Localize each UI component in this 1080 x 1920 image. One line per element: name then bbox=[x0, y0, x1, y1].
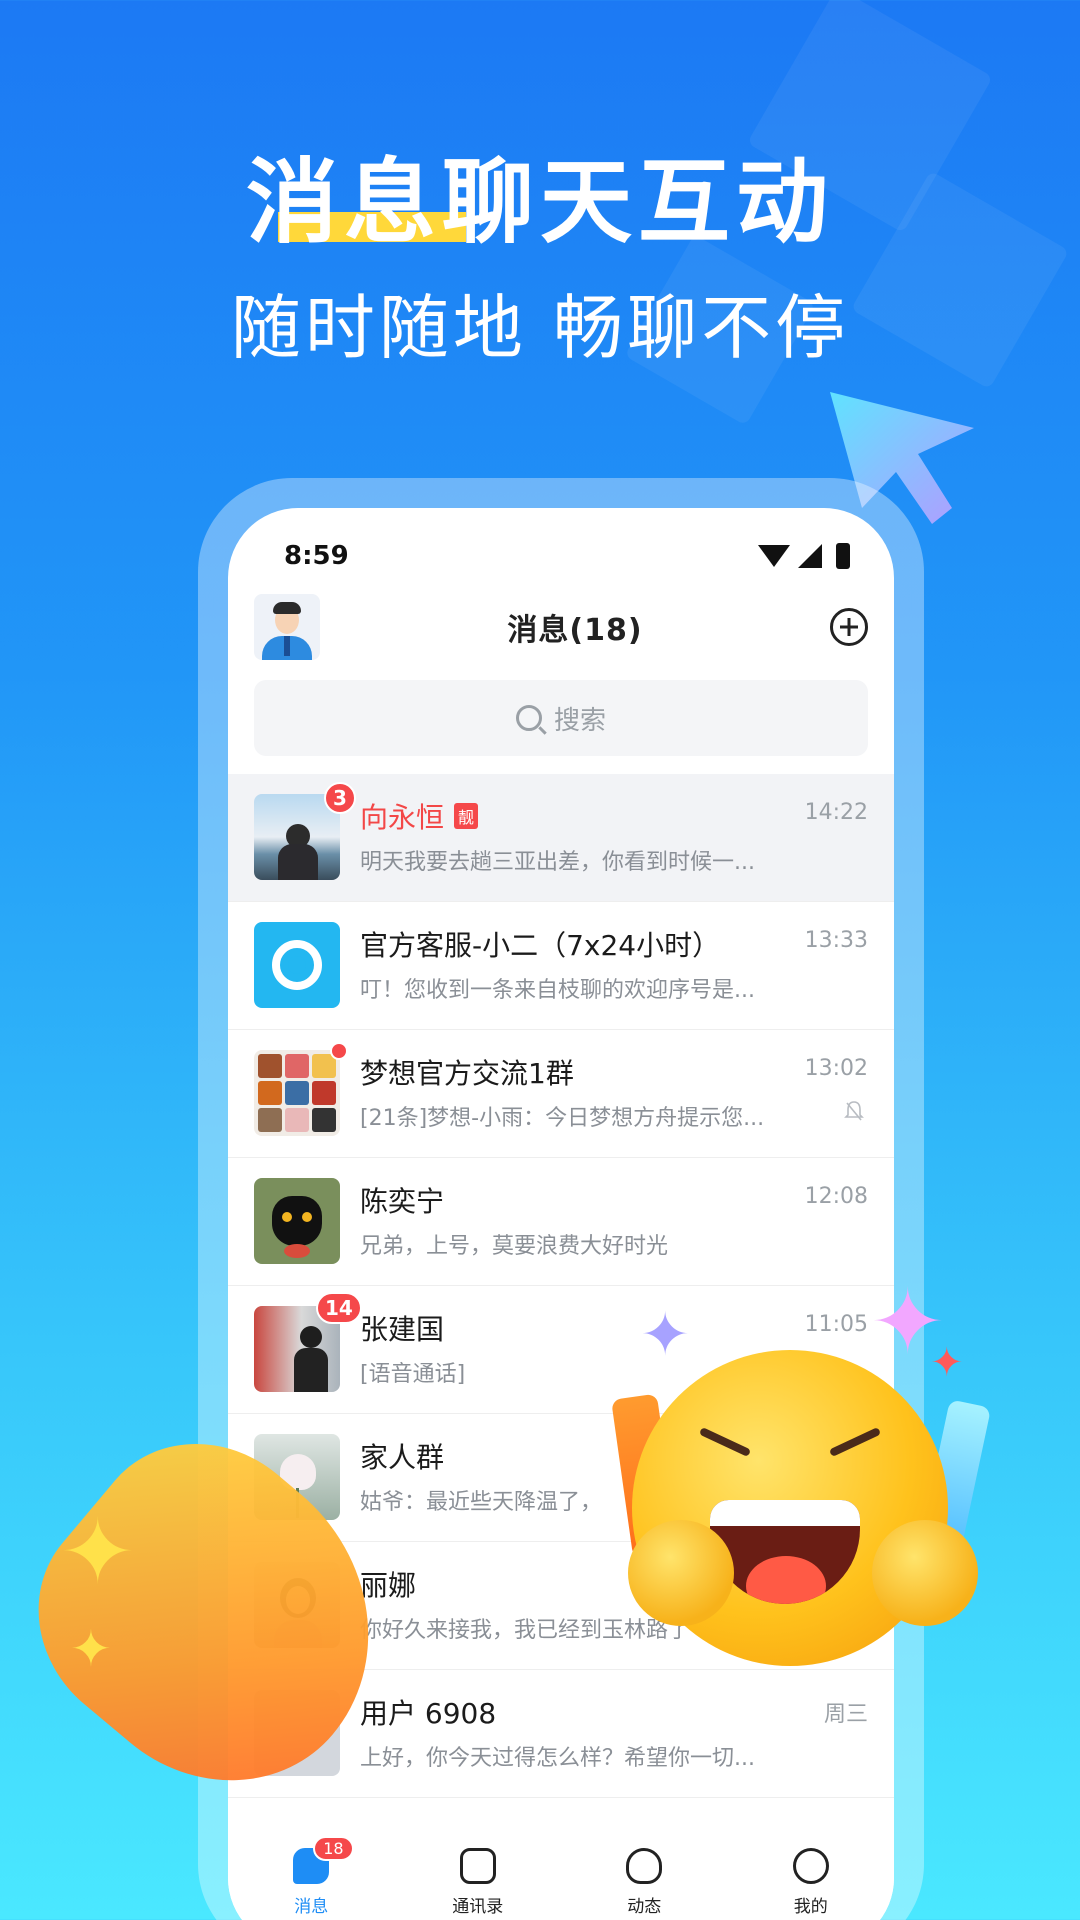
conversation-row[interactable]: 陈奕宁 兄弟，上号，莫要浪费大好时光 12:08 bbox=[228, 1158, 894, 1286]
sparkle-icon: ✦ bbox=[930, 1340, 964, 1386]
moments-icon bbox=[626, 1848, 663, 1884]
conversation-row[interactable]: 3 向永恒 靓 明天我要去趟三亚出差，你看到时候一... 14:22 bbox=[228, 774, 894, 902]
conversation-name: 张建国 bbox=[360, 1313, 445, 1346]
conversation-name: 家人群 bbox=[360, 1441, 445, 1474]
tab-contacts[interactable]: 通讯录 bbox=[418, 1848, 538, 1917]
tab-moments[interactable]: 动态 bbox=[584, 1848, 704, 1917]
message-time: 11:05 bbox=[804, 1312, 868, 1337]
message-preview: 兄弟，上号，莫要浪费大好时光 bbox=[360, 1234, 669, 1259]
message-preview: 姑爷：最近些天降温了， bbox=[360, 1490, 603, 1515]
status-bar: 8:59 bbox=[284, 538, 850, 574]
mute-bell-icon bbox=[844, 1101, 864, 1121]
message-preview: 明天我要去趟三亚出差，你看到时候一... bbox=[360, 850, 755, 875]
unread-dot bbox=[330, 1042, 348, 1060]
contacts-icon bbox=[459, 1848, 496, 1884]
vip-tag: 靓 bbox=[454, 803, 479, 829]
avatar bbox=[254, 922, 340, 1008]
bottom-tab-bar: 18 消息 通讯录 动态 我的 bbox=[228, 1818, 894, 1920]
promo-subhead: 随时随地 畅聊不停 bbox=[230, 287, 850, 369]
message-time: 14:22 bbox=[804, 800, 868, 825]
tab-label: 我的 bbox=[793, 1897, 828, 1917]
profile-icon bbox=[792, 1848, 829, 1884]
unread-badge: 14 bbox=[316, 1292, 362, 1324]
emoji-hand-decoration bbox=[628, 1520, 734, 1626]
avatar bbox=[254, 1178, 340, 1264]
my-avatar[interactable] bbox=[254, 594, 320, 660]
message-preview: 上好，你今天过得怎么样？希望你一切... bbox=[360, 1746, 755, 1771]
message-preview: 你好久来接我，我已经到玉林路了 bbox=[360, 1618, 691, 1643]
search-icon bbox=[515, 705, 542, 731]
group-avatar bbox=[254, 1050, 340, 1136]
tab-label: 通讯录 bbox=[452, 1897, 504, 1917]
conversation-name: 丽娜 bbox=[360, 1569, 417, 1602]
message-time: 12:08 bbox=[804, 1184, 868, 1209]
emoji-hand-decoration bbox=[872, 1520, 978, 1626]
sparkle-icon: ✦ bbox=[640, 1300, 691, 1370]
page-title: 消息(18) bbox=[507, 613, 643, 648]
add-icon[interactable] bbox=[829, 608, 868, 646]
wifi-icon bbox=[758, 545, 790, 567]
conversation-row[interactable]: 梦想官方交流1群 [21条]梦想-小雨：今日梦想方舟提示您... 13:02 bbox=[228, 1030, 894, 1158]
name-text: 向永恒 bbox=[360, 801, 445, 834]
message-time: 13:33 bbox=[804, 928, 868, 953]
unread-badge: 3 bbox=[324, 782, 356, 814]
conversation-name: 梦想官方交流1群 bbox=[360, 1057, 574, 1090]
tab-messages[interactable]: 18 消息 bbox=[251, 1836, 371, 1917]
search-input[interactable]: 搜索 bbox=[254, 680, 868, 756]
promo-headline: 消息聊天互动 bbox=[0, 128, 1080, 256]
sparkle-icon: ✦ bbox=[60, 1500, 136, 1605]
message-preview: [语音通话] bbox=[360, 1362, 466, 1387]
tab-label: 消息 bbox=[294, 1897, 329, 1917]
message-time: 周三 bbox=[823, 1702, 868, 1727]
top-bar: 消息(18) bbox=[254, 594, 868, 660]
conversation-name: 陈奕宁 bbox=[360, 1185, 445, 1218]
search-placeholder: 搜索 bbox=[553, 705, 606, 736]
status-time: 8:59 bbox=[284, 541, 349, 571]
conversation-row[interactable]: 官方客服-小二（7x24小时） 叮！您收到一条来自枝聊的欢迎序号是... 13:… bbox=[228, 902, 894, 1030]
status-icons bbox=[758, 543, 850, 569]
battery-icon bbox=[836, 543, 850, 569]
conversation-name: 向永恒 靓 bbox=[360, 796, 479, 836]
conversation-name: 官方客服-小二（7x24小时） bbox=[360, 929, 721, 962]
message-preview: [21条]梦想-小雨：今日梦想方舟提示您... bbox=[360, 1106, 765, 1131]
message-time: 13:02 bbox=[804, 1056, 868, 1081]
signal-icon bbox=[798, 544, 822, 568]
conversation-name: 用户 6908 bbox=[360, 1697, 497, 1730]
tab-label: 动态 bbox=[627, 1897, 662, 1917]
sparkle-icon: ✦ bbox=[70, 1620, 112, 1678]
headline-text: 消息聊天互动 bbox=[245, 149, 834, 256]
message-preview: 叮！您收到一条来自枝聊的欢迎序号是... bbox=[360, 978, 755, 1003]
tab-badge: 18 bbox=[313, 1836, 354, 1861]
tab-me[interactable]: 我的 bbox=[751, 1848, 871, 1917]
